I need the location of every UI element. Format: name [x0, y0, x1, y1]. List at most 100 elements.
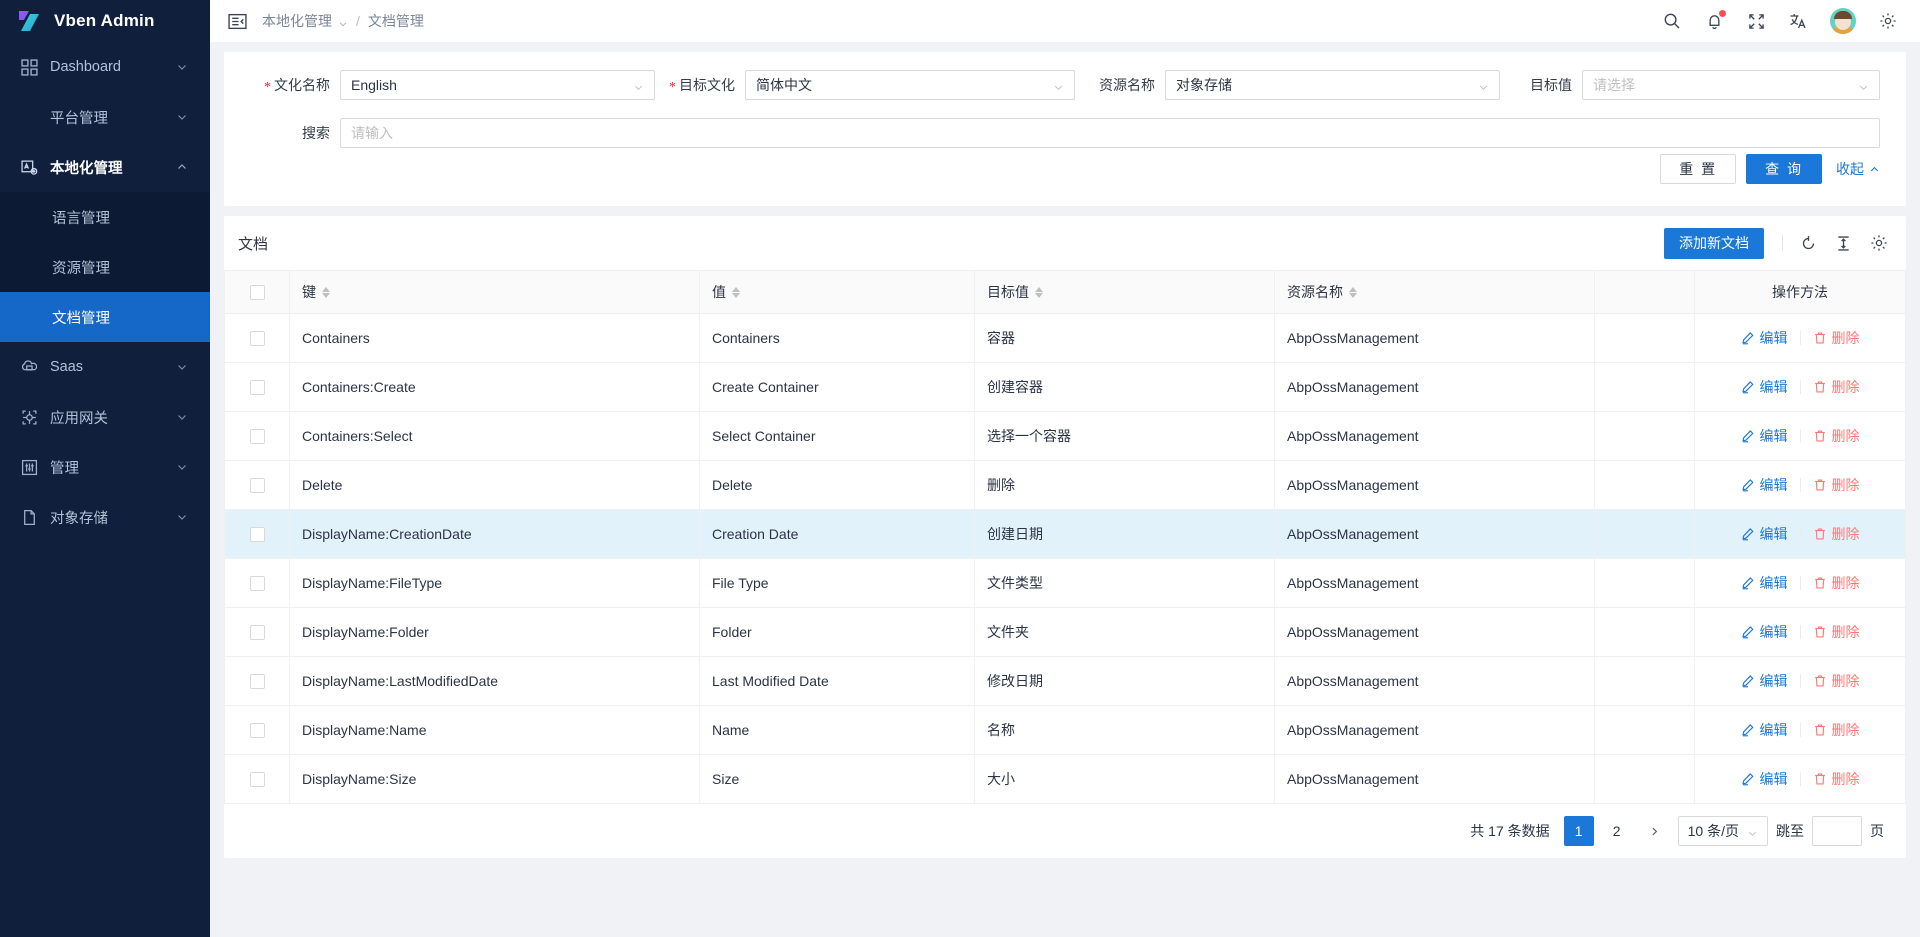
cell-value: Delete	[700, 461, 975, 510]
search-form-row-1: *文化名称 English *目标文化 简体中文	[250, 70, 1880, 100]
table-row[interactable]: DisplayName:SizeSize大小AbpOssManagement编辑…	[225, 755, 1906, 804]
gear-icon[interactable]	[1878, 11, 1898, 31]
reset-button[interactable]: 重 置	[1660, 154, 1736, 184]
delete-button[interactable]: 删除	[1801, 475, 1872, 495]
edit-button[interactable]: 编辑	[1729, 426, 1800, 446]
table-row[interactable]: DisplayName:FileTypeFile Type文件类型AbpOssM…	[225, 559, 1906, 608]
edit-button[interactable]: 编辑	[1729, 671, 1800, 691]
sidebar-item-language-management[interactable]: 语言管理	[0, 192, 210, 242]
edit-button[interactable]: 编辑	[1729, 377, 1800, 397]
jump-page-input[interactable]	[1812, 816, 1862, 846]
th-target-value[interactable]: 目标值	[975, 271, 1275, 314]
row-checkbox[interactable]	[250, 380, 265, 395]
sort-icon[interactable]	[732, 287, 740, 298]
select-all-checkbox[interactable]	[250, 285, 265, 300]
table-row[interactable]: DisplayName:FolderFolder文件夹AbpOssManagem…	[225, 608, 1906, 657]
row-checkbox[interactable]	[250, 723, 265, 738]
delete-label: 删除	[1832, 377, 1860, 397]
delete-button[interactable]: 删除	[1801, 524, 1872, 544]
settings-gear-icon[interactable]	[1869, 234, 1888, 253]
search-actions: 重 置 查 询 收起	[250, 148, 1880, 198]
sidebar-item-label: 本地化管理	[50, 157, 176, 178]
edit-button[interactable]: 编辑	[1729, 524, 1800, 544]
fullscreen-icon[interactable]	[1746, 11, 1766, 31]
table-row[interactable]: Containers:SelectSelect Container选择一个容器A…	[225, 412, 1906, 461]
row-checkbox[interactable]	[250, 576, 265, 591]
delete-button[interactable]: 删除	[1801, 573, 1872, 593]
sidebar-item-api-gateway[interactable]: 应用网关	[0, 392, 210, 442]
delete-button[interactable]: 删除	[1801, 377, 1872, 397]
chevron-down-icon[interactable]	[338, 16, 348, 26]
table-row[interactable]: DisplayName:CreationDateCreation Date创建日…	[225, 510, 1906, 559]
delete-button[interactable]: 删除	[1801, 622, 1872, 642]
avatar[interactable]	[1830, 8, 1856, 34]
row-checkbox[interactable]	[250, 674, 265, 689]
edit-button[interactable]: 编辑	[1729, 328, 1800, 348]
row-checkbox[interactable]	[250, 527, 265, 542]
th-resource-name[interactable]: 资源名称	[1275, 271, 1595, 314]
edit-button[interactable]: 编辑	[1729, 720, 1800, 740]
translate-icon[interactable]	[1788, 11, 1808, 31]
culture-name-select[interactable]: English	[340, 70, 655, 100]
edit-label: 编辑	[1760, 475, 1788, 495]
row-checkbox[interactable]	[250, 429, 265, 444]
bell-icon[interactable]	[1704, 11, 1724, 31]
sort-icon[interactable]	[322, 287, 330, 298]
page-button-2[interactable]: 2	[1602, 816, 1632, 846]
edit-button[interactable]: 编辑	[1729, 475, 1800, 495]
target-value-select[interactable]: 请选择	[1582, 70, 1880, 100]
cell-blank	[1595, 706, 1695, 755]
sidebar-item-administration[interactable]: 管理	[0, 442, 210, 492]
page-size-select[interactable]: 10 条/页	[1678, 816, 1768, 846]
collapse-filters-button[interactable]: 收起	[1836, 159, 1880, 179]
edit-label: 编辑	[1760, 769, 1788, 789]
table-row[interactable]: ContainersContainers容器AbpOssManagement编辑…	[225, 314, 1906, 363]
next-page-button[interactable]	[1640, 816, 1670, 846]
delete-button[interactable]: 删除	[1801, 328, 1872, 348]
sort-icon[interactable]	[1035, 287, 1043, 298]
sort-icon[interactable]	[1349, 287, 1357, 298]
cell-key: DisplayName:Size	[290, 755, 700, 804]
edit-button[interactable]: 编辑	[1729, 769, 1800, 789]
sidebar-item-localization-management[interactable]: 本地化管理	[0, 142, 210, 192]
edit-button[interactable]: 编辑	[1729, 573, 1800, 593]
sidebar-item-object-storage[interactable]: 对象存储	[0, 492, 210, 542]
row-checkbox[interactable]	[250, 478, 265, 493]
sidebar-item-resource-management[interactable]: 资源管理	[0, 242, 210, 292]
th-key[interactable]: 键	[290, 271, 700, 314]
search-icon[interactable]	[1662, 11, 1682, 31]
delete-button[interactable]: 删除	[1801, 671, 1872, 691]
search-input[interactable]: 请输入	[340, 118, 1880, 148]
sidebar-item-dashboard[interactable]: Dashboard	[0, 42, 210, 92]
row-checkbox[interactable]	[250, 772, 265, 787]
row-checkbox[interactable]	[250, 625, 265, 640]
table-row[interactable]: DisplayName:LastModifiedDateLast Modifie…	[225, 657, 1906, 706]
sidebar-item-saas[interactable]: Saas	[0, 342, 210, 392]
delete-button[interactable]: 删除	[1801, 720, 1872, 740]
delete-button[interactable]: 删除	[1801, 426, 1872, 446]
table-row[interactable]: Containers:CreateCreate Container创建容器Abp…	[225, 363, 1906, 412]
sidebar-logo[interactable]: Vben Admin	[0, 0, 210, 42]
sidebar-item-platform-management[interactable]: 平台管理	[0, 92, 210, 142]
page-button-1[interactable]: 1	[1564, 816, 1594, 846]
query-button[interactable]: 查 询	[1746, 154, 1822, 184]
edit-button[interactable]: 编辑	[1729, 622, 1800, 642]
sidebar-subitem-label: 文档管理	[52, 307, 110, 328]
cell-resource-name: AbpOssManagement	[1275, 755, 1595, 804]
menu-collapse-icon[interactable]	[226, 10, 248, 32]
row-checkbox[interactable]	[250, 331, 265, 346]
cell-resource-name: AbpOssManagement	[1275, 314, 1595, 363]
resource-name-select[interactable]: 对象存储	[1165, 70, 1500, 100]
cell-blank	[1595, 461, 1695, 510]
table-row[interactable]: DisplayName:NameName名称AbpOssManagement编辑…	[225, 706, 1906, 755]
breadcrumb-item-localization[interactable]: 本地化管理	[262, 11, 332, 31]
th-value[interactable]: 值	[700, 271, 975, 314]
refresh-icon[interactable]	[1799, 234, 1818, 253]
column-height-icon[interactable]	[1834, 234, 1853, 253]
target-culture-select[interactable]: 简体中文	[745, 70, 1075, 100]
delete-button[interactable]: 删除	[1801, 769, 1872, 789]
sidebar-item-document-management[interactable]: 文档管理	[0, 292, 210, 342]
breadcrumb-item-document[interactable]: 文档管理	[368, 11, 424, 31]
add-new-document-button[interactable]: 添加新文档	[1664, 228, 1764, 259]
table-row[interactable]: DeleteDelete删除AbpOssManagement编辑删除	[225, 461, 1906, 510]
